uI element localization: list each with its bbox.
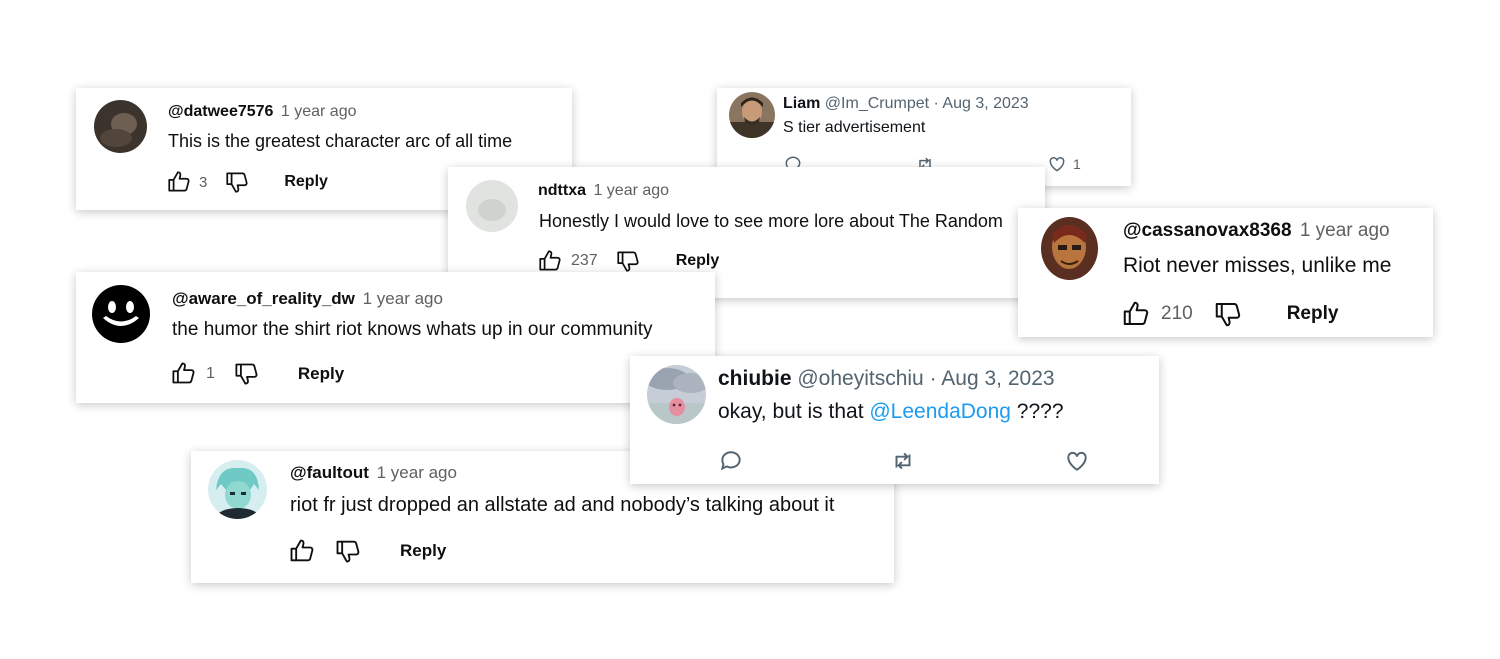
tweet-text-block: okay, but is that @LeendaDong ???? xyxy=(718,400,1064,424)
like-count: 1 xyxy=(206,364,215,382)
comment-author-handle[interactable]: @aware_of_reality_dw xyxy=(172,289,355,308)
tweet-card-chiubie: chiubie @oheyitschiu · Aug 3, 2023 okay,… xyxy=(630,356,1159,484)
tweet-mention-link[interactable]: @LeendaDong xyxy=(869,400,1011,423)
comment-author-handle[interactable]: @datwee7576 xyxy=(168,103,273,120)
comment-time[interactable]: 1 year ago xyxy=(363,289,443,308)
tweet-text-suffix: ???? xyxy=(1010,400,1064,423)
like-count: 1 xyxy=(1073,156,1081,172)
meta-separator: · xyxy=(933,95,939,112)
comment-meta: @cassanovax8368 1 year ago xyxy=(1123,220,1390,242)
tweet-author-handle[interactable]: @oheyitschiu xyxy=(797,367,923,390)
comment-meta: @aware_of_reality_dw 1 year ago xyxy=(172,289,443,309)
reply-button[interactable]: Reply xyxy=(1287,303,1339,325)
like-count: 210 xyxy=(1161,303,1193,324)
comment-text: Riot never misses, unlike me xyxy=(1123,254,1392,277)
tweet-meta: Liam @Im_Crumpet · Aug 3, 2023 xyxy=(783,95,1029,113)
comment-actions: 237 Reply xyxy=(537,248,719,274)
tweet-author-name[interactable]: chiubie xyxy=(718,367,792,390)
avatar[interactable] xyxy=(466,180,518,232)
reply-button[interactable]: Reply xyxy=(676,252,720,270)
thumbs-up-icon[interactable] xyxy=(537,248,563,274)
avatar[interactable] xyxy=(647,365,706,424)
avatar[interactable] xyxy=(729,92,775,138)
avatar[interactable] xyxy=(208,460,267,519)
thumbs-down-icon[interactable] xyxy=(615,248,641,274)
comment-author-handle[interactable]: ndttxa xyxy=(538,182,586,199)
comment-time[interactable]: 1 year ago xyxy=(1300,220,1390,241)
comment-meta: ndttxa 1 year ago xyxy=(538,182,669,200)
comment-text: This is the greatest character arc of al… xyxy=(168,131,513,151)
avatar[interactable] xyxy=(1041,217,1098,280)
comment-card-cassanovax8368: @cassanovax8368 1 year ago Riot never mi… xyxy=(1018,208,1433,337)
thumbs-down-icon[interactable] xyxy=(224,169,250,195)
comment-card-aware-of-reality-dw: @aware_of_reality_dw 1 year ago the humo… xyxy=(76,272,715,403)
comment-actions: Reply xyxy=(288,537,446,565)
retweet-icon[interactable] xyxy=(890,448,916,474)
comment-meta: @datwee7576 1 year ago xyxy=(168,103,357,121)
tweet-actions xyxy=(718,448,1090,474)
thumbs-up-icon[interactable] xyxy=(288,537,316,565)
tweet-date[interactable]: Aug 3, 2023 xyxy=(942,95,1028,112)
thumbs-down-icon[interactable] xyxy=(233,360,260,387)
tweet-author-name[interactable]: Liam xyxy=(783,95,820,112)
reply-button[interactable]: Reply xyxy=(400,541,446,561)
tweet-text: S tier advertisement xyxy=(783,119,926,136)
comment-actions: 3 Reply xyxy=(166,169,328,195)
meta-separator: · xyxy=(929,367,937,390)
thumbs-up-icon[interactable] xyxy=(170,360,197,387)
like-count: 3 xyxy=(199,173,208,191)
reply-button[interactable]: Reply xyxy=(284,173,328,191)
comment-meta: @faultout 1 year ago xyxy=(290,463,457,483)
thumbs-up-icon[interactable] xyxy=(166,169,192,195)
heart-icon[interactable] xyxy=(1047,154,1067,174)
tweet-author-handle[interactable]: @Im_Crumpet xyxy=(825,95,929,112)
comment-author-handle[interactable]: @cassanovax8368 xyxy=(1123,220,1292,241)
like-count: 237 xyxy=(571,252,598,269)
comment-actions: 210 Reply xyxy=(1121,299,1338,329)
reply-bubble-icon[interactable] xyxy=(718,448,744,474)
tweet-text: okay, but is that xyxy=(718,400,870,423)
comment-time[interactable]: 1 year ago xyxy=(281,103,357,120)
thumbs-down-icon[interactable] xyxy=(334,537,362,565)
thumbs-down-icon[interactable] xyxy=(1213,299,1243,329)
tweet-meta: chiubie @oheyitschiu · Aug 3, 2023 xyxy=(718,367,1055,391)
comment-actions: 1 Reply xyxy=(170,360,344,387)
thumbs-up-icon[interactable] xyxy=(1121,299,1151,329)
comment-text: the humor the shirt riot knows whats up … xyxy=(172,319,653,340)
comment-time[interactable]: 1 year ago xyxy=(593,182,669,199)
heart-icon[interactable] xyxy=(1064,448,1090,474)
comment-text: riot fr just dropped an allstate ad and … xyxy=(290,494,835,516)
comment-text: Honestly I would love to see more lore a… xyxy=(539,211,1003,231)
comment-author-handle[interactable]: @faultout xyxy=(290,463,369,482)
reply-button[interactable]: Reply xyxy=(298,364,344,384)
tweet-date[interactable]: Aug 3, 2023 xyxy=(941,367,1054,390)
comment-time[interactable]: 1 year ago xyxy=(377,463,457,482)
avatar[interactable] xyxy=(92,285,150,343)
avatar[interactable] xyxy=(94,100,147,153)
